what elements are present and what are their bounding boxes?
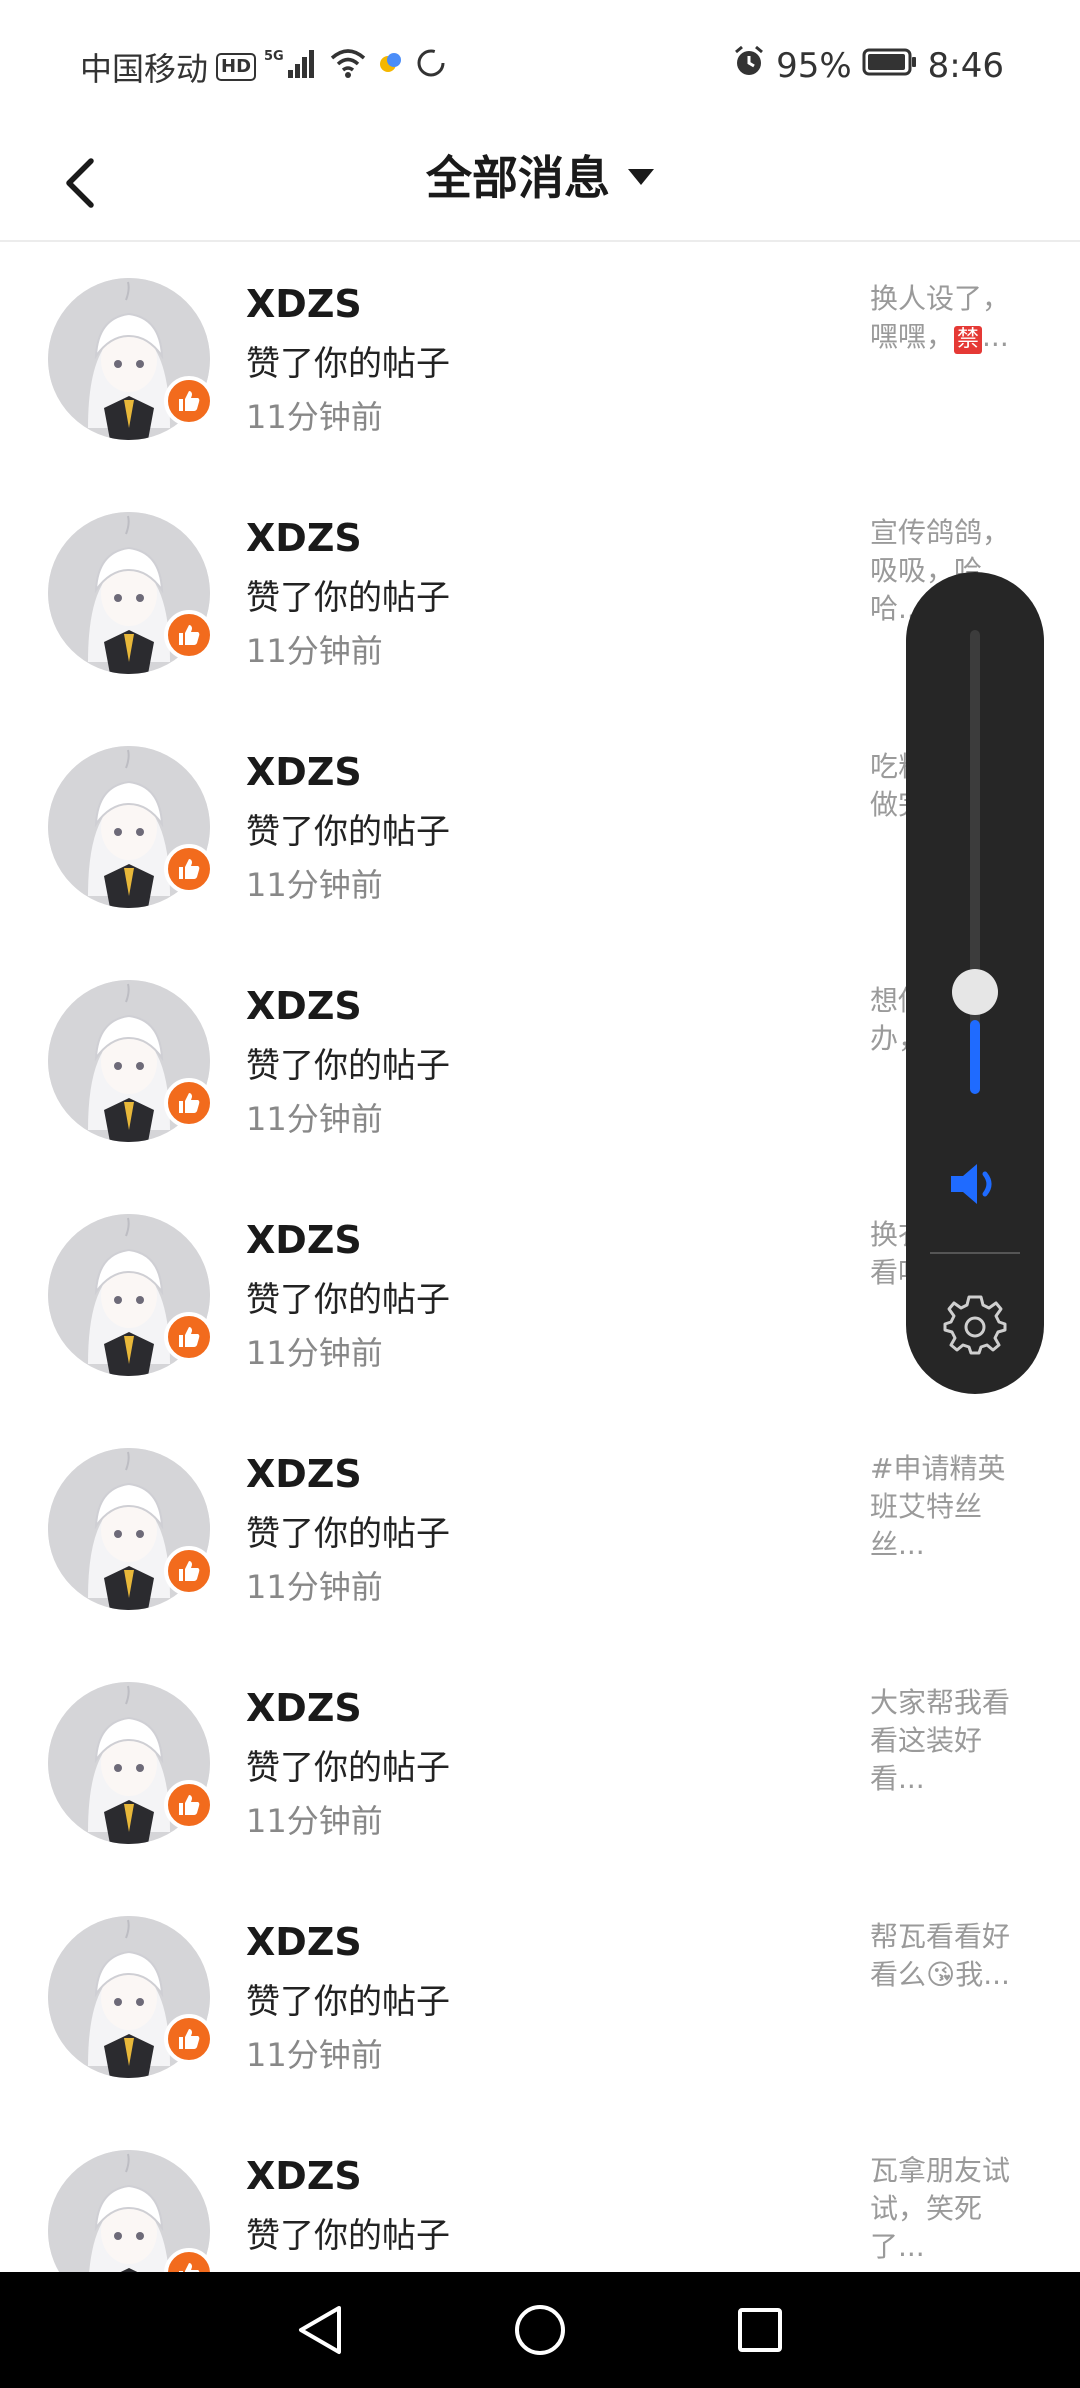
sender-name[interactable]: XDZS (246, 1218, 362, 1262)
post-preview-text: 帮瓦看看好看么😘我... (870, 1920, 1011, 1991)
message-item[interactable]: XDZS 赞了你的帖子 11分钟前 瓦拿朋友试试，笑死了... (0, 2116, 1080, 2272)
loading-circle-icon (414, 46, 448, 88)
message-item[interactable]: XDZS 赞了你的帖子 11分钟前 帮瓦看看好看么😘我... (0, 1882, 1080, 2116)
message-item[interactable]: XDZS 赞了你的帖子 11分钟前 #申请精英班艾特丝丝... (0, 1414, 1080, 1648)
user-avatar[interactable] (48, 746, 214, 908)
message-action: 赞了你的帖子 (246, 1748, 450, 1788)
message-action: 赞了你的帖子 (246, 1280, 450, 1320)
clock: 8:46 (927, 45, 1004, 86)
post-preview-ellipsis: ... (982, 320, 1009, 353)
message-action: 赞了你的帖子 (246, 1982, 450, 2022)
sender-name[interactable]: XDZS (246, 282, 362, 326)
thumbs-up-icon (164, 2014, 214, 2064)
message-time: 11分钟前 (246, 866, 383, 904)
wifi-icon (328, 46, 368, 88)
volume-slider-knob[interactable] (952, 968, 998, 1015)
thumbs-up-icon (164, 844, 214, 894)
sender-name[interactable]: XDZS (246, 1920, 362, 1964)
post-preview-text: 瓦拿朋友试试，笑死了... (870, 2154, 1011, 2263)
gear-icon (943, 1295, 1007, 1355)
thumbs-up-icon (164, 610, 214, 660)
svg-text:5G: 5G (264, 49, 284, 64)
message-time: 11分钟前 (246, 398, 383, 436)
message-item[interactable]: XDZS 赞了你的帖子 11分钟前 换人设了，嘿嘿，禁... (0, 244, 1080, 478)
volume-panel (906, 572, 1044, 1394)
post-preview-text: 大家帮我看看这装好看... (870, 1686, 1011, 1795)
status-left: 中国移动 HD 5G (80, 44, 448, 90)
nav-home-button[interactable] (500, 2290, 580, 2370)
sender-name[interactable]: XDZS (246, 2154, 362, 2198)
square-recents-icon (738, 2308, 782, 2352)
battery-icon (862, 46, 918, 86)
sender-name[interactable]: XDZS (246, 1686, 362, 1730)
message-action: 赞了你的帖子 (246, 1514, 450, 1554)
hd-badge: HD (216, 53, 257, 81)
circle-home-icon (515, 2305, 565, 2355)
volume-slider-fill (970, 1019, 980, 1094)
message-filter-dropdown[interactable]: 全部消息 (0, 142, 1080, 208)
status-bar: 中国移动 HD 5G 95% 8:46 (0, 0, 1080, 130)
message-action: 赞了你的帖子 (246, 2216, 450, 2256)
triangle-back-icon (299, 2306, 341, 2354)
ban-emoji-tag: 禁 (954, 326, 983, 354)
user-avatar[interactable] (48, 1448, 214, 1610)
message-time: 11分钟前 (246, 632, 383, 670)
caret-down-icon (628, 169, 654, 185)
message-action: 赞了你的帖子 (246, 1046, 450, 1086)
nav-recents-button[interactable] (720, 2290, 800, 2370)
status-right: 95% 8:46 (732, 44, 1004, 87)
user-avatar[interactable] (48, 512, 214, 674)
message-item[interactable]: XDZS 赞了你的帖子 11分钟前 大家帮我看看这装好看... (0, 1648, 1080, 1882)
message-time: 11分钟前 (246, 1100, 383, 1138)
thumbs-up-icon (164, 1078, 214, 1128)
page-title: 全部消息 (426, 151, 610, 205)
post-preview-text: #申请精英班艾特丝丝... (870, 1452, 1006, 1561)
alarm-icon (732, 44, 766, 87)
app-notification-icon (376, 48, 406, 86)
sender-name[interactable]: XDZS (246, 984, 362, 1028)
message-action: 赞了你的帖子 (246, 812, 450, 852)
message-action: 赞了你的帖子 (246, 578, 450, 618)
user-avatar[interactable] (48, 1682, 214, 1844)
system-nav-bar (0, 2272, 1080, 2388)
header: 全部消息 (0, 130, 1080, 242)
sender-name[interactable]: XDZS (246, 1452, 362, 1496)
sender-name[interactable]: XDZS (246, 750, 362, 794)
user-avatar[interactable] (48, 980, 214, 1142)
post-preview[interactable]: 瓦拿朋友试试，笑死了... (870, 2152, 1030, 2266)
thumbs-up-icon (164, 1546, 214, 1596)
thumbs-up-icon (164, 376, 214, 426)
carrier-name: 中国移动 (80, 50, 209, 88)
message-time: 11分钟前 (246, 2036, 383, 2074)
user-avatar[interactable] (48, 278, 214, 440)
thumbs-up-icon (164, 1780, 214, 1830)
signal-icon: 5G (264, 46, 320, 88)
post-preview[interactable]: 大家帮我看看这装好看... (870, 1684, 1030, 1798)
speaker-button[interactable] (943, 1152, 1007, 1216)
message-time: 11分钟前 (246, 1334, 383, 1372)
post-preview[interactable]: 帮瓦看看好看么😘我... (870, 1918, 1030, 1994)
message-time: 11分钟前 (246, 2264, 383, 2272)
user-avatar[interactable] (48, 1214, 214, 1376)
thumbs-up-icon (164, 1312, 214, 1362)
volume-divider (930, 1252, 1020, 1254)
message-time: 11分钟前 (246, 1802, 383, 1840)
sender-name[interactable]: XDZS (246, 516, 362, 560)
message-time: 11分钟前 (246, 1568, 383, 1606)
user-avatar[interactable] (48, 2150, 214, 2272)
speaker-icon (951, 1164, 992, 1204)
post-preview[interactable]: 换人设了，嘿嘿，禁... (870, 280, 1030, 356)
battery-percent: 95% (776, 45, 852, 86)
post-preview[interactable]: #申请精英班艾特丝丝... (870, 1450, 1030, 1564)
message-action: 赞了你的帖子 (246, 344, 450, 384)
sound-settings-button[interactable] (940, 1290, 1010, 1360)
nav-back-button[interactable] (280, 2290, 360, 2370)
volume-slider-track[interactable] (970, 630, 980, 1094)
user-avatar[interactable] (48, 1916, 214, 2078)
